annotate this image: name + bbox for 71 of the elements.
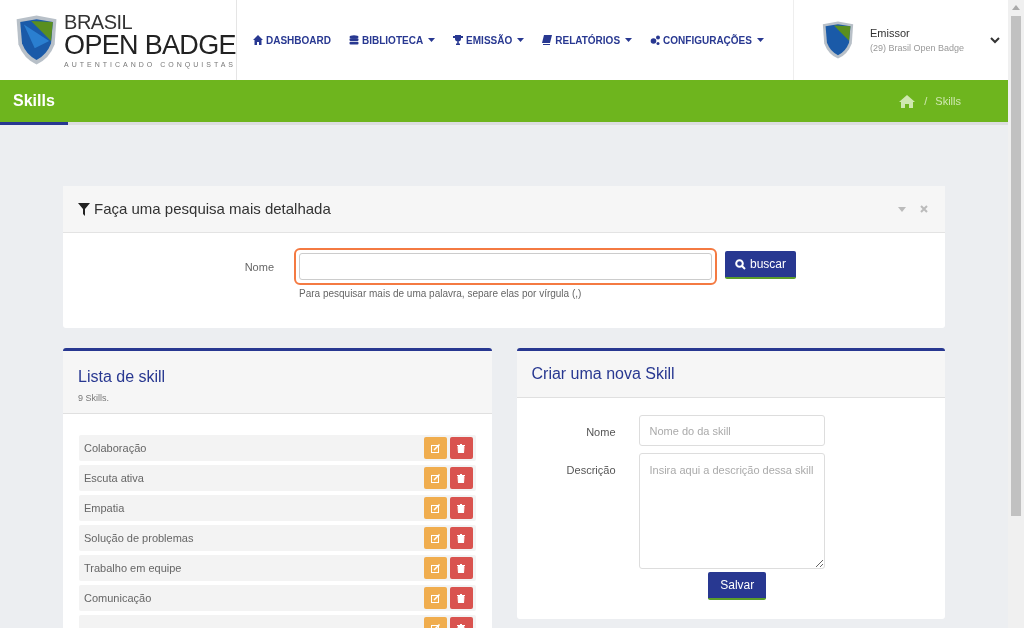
skill-count: 9 Skills. [78,392,110,405]
breadcrumb-separator: / [924,93,928,109]
skill-name: Colaboração [84,440,147,456]
delete-button[interactable] [449,557,473,579]
edit-icon [430,593,440,603]
trash-icon [457,503,465,513]
edit-icon [430,443,440,453]
delete-button[interactable] [449,467,473,489]
field-label: Nome [243,260,274,275]
edit-button[interactable] [423,587,447,609]
caret-icon [428,38,436,42]
caret-icon [756,38,764,42]
save-button[interactable]: Salvar [708,572,767,600]
chevron-down-icon[interactable] [990,36,1000,44]
edit-icon [430,563,440,573]
edit-icon [430,473,440,483]
delete-button[interactable] [449,437,473,459]
scrollbar[interactable] [1008,0,1024,628]
skill-name-field[interactable]: Nome do da skill [638,415,825,446]
panel-title: Criar uma nova Skill [531,364,675,384]
trash-icon [457,563,465,573]
scroll-up-icon[interactable] [1012,4,1020,10]
collapse-caret-icon[interactable] [898,206,906,212]
home-icon[interactable] [898,94,917,108]
caret-icon [517,38,525,42]
nav-link[interactable]: EMISSÃO [453,32,525,48]
field-label: Nome [585,425,616,440]
edit-button[interactable] [423,497,447,519]
close-icon[interactable] [920,205,928,213]
trash-icon [457,533,465,543]
panel-title: Lista de skill [78,367,167,387]
trash-icon [457,473,465,483]
brand-text: BRASIL [64,12,134,32]
brand-name: OPEN BADGE [64,32,236,59]
caret-icon [625,38,633,42]
nav-link[interactable]: DASHBOARD [253,32,331,48]
filter-icon [78,202,90,216]
home-icon [253,35,263,45]
field-label: Descrição [565,463,616,478]
delete-button[interactable] [449,587,473,609]
nav-link[interactable]: BIBLIOTECA [349,32,436,48]
skill-name: Comunicação [84,590,152,606]
edit-button[interactable] [423,527,447,549]
edit-icon [430,503,440,513]
database-icon [349,35,359,45]
nav-link[interactable]: RELATÓRIOS [542,32,633,48]
help-text: Para pesquisar mais de uma palavra, separe elas por vírgula (,) [298,287,583,301]
trash-icon [457,593,465,603]
skill-description-field[interactable]: Insira aqui a descrição dessa skill [638,453,825,569]
user-avatar-icon [820,20,856,60]
trophy-icon [453,35,464,45]
book-icon [542,35,553,45]
skill-name: Solução de problemas [84,530,194,546]
delete-button[interactable] [449,497,473,519]
skill-name: Escuta ativa [84,470,144,486]
user-org: (29) Brasil Open Badge [870,41,966,55]
trash-icon [457,443,465,453]
search-button[interactable]: buscar [725,251,797,279]
page-title: Skills [13,91,55,111]
nav-link[interactable]: CONFIGURAÇÕES [650,32,764,48]
panel-title: Faça uma pesquisa mais detalhada [94,198,331,219]
edit-button[interactable] [423,437,447,459]
user-role: Emissor [870,26,911,41]
skill-name: Empatia [84,500,125,516]
search-icon [735,258,746,270]
search-field[interactable] [294,248,717,285]
delete-button[interactable] [449,527,473,549]
edit-icon [430,533,440,543]
edit-button[interactable] [423,467,447,489]
edit-button[interactable] [423,557,447,579]
skill-name: Trabalho em equipe [84,560,182,576]
